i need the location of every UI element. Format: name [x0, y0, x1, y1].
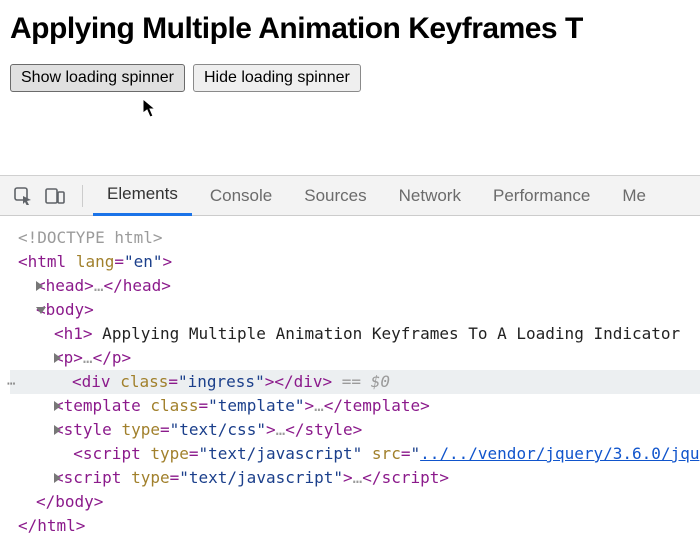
- node-template[interactable]: <template class="template">…</template>: [10, 394, 700, 418]
- node-script-inline[interactable]: <script type="text/javascript">…</script…: [10, 466, 700, 490]
- node-body-open[interactable]: <body>: [10, 298, 700, 322]
- tab-memory[interactable]: Me: [608, 176, 660, 216]
- node-doctype[interactable]: <!DOCTYPE html>: [10, 226, 700, 250]
- node-div-selected[interactable]: ⋯<div class="ingress"></div> == $0: [10, 370, 700, 394]
- caret-right-icon[interactable]: [54, 473, 61, 483]
- devtools-toolbar: Elements Console Sources Network Perform…: [0, 176, 700, 216]
- toolbar-separator: [82, 185, 83, 207]
- node-head[interactable]: <head>…</head>: [10, 274, 700, 298]
- node-html-close[interactable]: </html>: [10, 514, 700, 538]
- node-h1[interactable]: <h1> Applying Multiple Animation Keyfram…: [10, 322, 700, 346]
- show-spinner-button[interactable]: Show loading spinner: [10, 64, 185, 92]
- tab-performance[interactable]: Performance: [479, 176, 604, 216]
- tab-elements[interactable]: Elements: [93, 176, 192, 216]
- caret-down-icon[interactable]: [36, 307, 46, 314]
- node-script-src[interactable]: <script type="text/javascript" src="../.…: [10, 442, 700, 466]
- tab-network[interactable]: Network: [385, 176, 475, 216]
- hide-spinner-button[interactable]: Hide loading spinner: [193, 64, 361, 92]
- caret-right-icon[interactable]: [36, 281, 43, 291]
- devtools-panel: Elements Console Sources Network Perform…: [0, 175, 700, 550]
- device-toggle-icon[interactable]: [44, 185, 66, 207]
- caret-right-icon[interactable]: [54, 401, 61, 411]
- page-title: Applying Multiple Animation Keyframes T: [10, 12, 690, 46]
- script-src-link[interactable]: ../../vendor/jquery/3.6.0/jqu: [420, 444, 699, 463]
- node-body-close[interactable]: </body>: [10, 490, 700, 514]
- dom-tree[interactable]: <!DOCTYPE html> <html lang="en"> <head>……: [0, 216, 700, 538]
- tab-sources[interactable]: Sources: [290, 176, 380, 216]
- node-html-open[interactable]: <html lang="en">: [10, 250, 700, 274]
- inspect-element-icon[interactable]: [12, 185, 34, 207]
- tab-console[interactable]: Console: [196, 176, 286, 216]
- ellipsis-icon[interactable]: ⋯: [7, 372, 15, 396]
- caret-right-icon[interactable]: [54, 425, 61, 435]
- caret-right-icon[interactable]: [54, 353, 61, 363]
- node-style[interactable]: <style type="text/css">…</style>: [10, 418, 700, 442]
- button-row: Show loading spinner Hide loading spinne…: [10, 64, 690, 92]
- node-p[interactable]: <p>…</p>: [10, 346, 700, 370]
